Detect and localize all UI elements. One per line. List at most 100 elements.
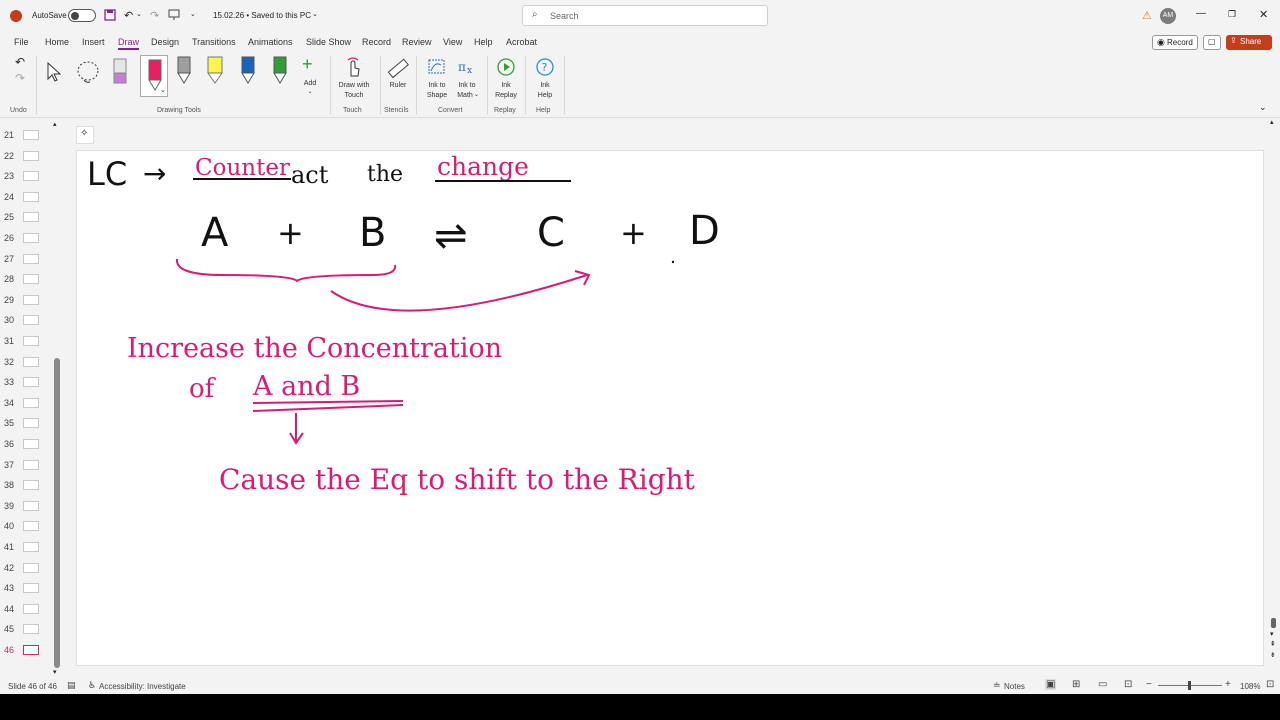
previous-slide-icon[interactable]: ⇞: [1270, 640, 1276, 648]
vertical-scrollbar[interactable]: ▴ ▾ ⇞ ⇟: [1270, 118, 1278, 674]
ink-help-label-2[interactable]: Help: [531, 91, 559, 100]
slide-thumbnail-preview[interactable]: [23, 500, 39, 511]
ink-replay-label-2[interactable]: Replay: [492, 91, 520, 100]
slide-thumbnail[interactable]: 32: [0, 353, 62, 373]
slide-thumbnail-preview[interactable]: [23, 150, 39, 161]
chevron-down-icon[interactable]: ⌄: [136, 10, 142, 18]
scroll-up-icon[interactable]: ▴: [53, 120, 57, 128]
ink-to-shape-label-2[interactable]: Shape: [422, 91, 452, 100]
slide-sorter-icon[interactable]: ⊞: [1072, 679, 1080, 690]
slide-thumbnail[interactable]: 22: [0, 147, 62, 167]
slide-thumbnail-preview[interactable]: [23, 624, 39, 635]
share-button[interactable]: ⇪ Share: [1226, 35, 1272, 50]
ink-to-shape-label[interactable]: Ink to: [422, 81, 452, 90]
select-tool-icon[interactable]: [45, 61, 63, 83]
slide-thumbnail-preview[interactable]: [23, 274, 39, 285]
slideshow-icon[interactable]: ⊡: [1124, 679, 1132, 690]
scroll-down-icon[interactable]: ▾: [1270, 630, 1274, 638]
chevron-down-icon[interactable]: ⌄: [474, 91, 479, 98]
slide-thumbnail-preview[interactable]: [23, 418, 39, 429]
slide-thumbnail[interactable]: 45: [0, 620, 62, 640]
ink-to-math-icon[interactable]: πx: [456, 56, 478, 78]
tab-draw[interactable]: Draw: [118, 37, 140, 50]
slide-thumbnail[interactable]: 36: [0, 435, 62, 455]
pen-green-icon[interactable]: [271, 55, 289, 87]
notes-icon[interactable]: ≐: [993, 680, 1001, 691]
slide-thumbnail-preview[interactable]: [23, 130, 39, 140]
document-status[interactable]: 15.02.26 • Saved to this PC: [213, 11, 311, 20]
slide-thumbnail[interactable]: 29: [0, 291, 62, 311]
lasso-select-icon[interactable]: [75, 59, 101, 85]
eraser-icon[interactable]: [111, 57, 129, 87]
chevron-down-icon[interactable]: ⌄: [160, 86, 166, 94]
slide-thumbnail[interactable]: 31: [0, 332, 62, 352]
chevron-down-icon[interactable]: ⌄: [300, 88, 320, 97]
close-icon[interactable]: ✕: [1259, 8, 1268, 21]
tab-design[interactable]: Design: [151, 37, 179, 47]
add-pen-icon[interactable]: +: [302, 54, 313, 75]
normal-view-icon[interactable]: ▣: [1045, 679, 1057, 690]
slide-thumbnail-preview[interactable]: [23, 542, 39, 552]
slide-thumbnail-preview[interactable]: [23, 645, 39, 655]
warning-icon[interactable]: ⚠: [1142, 9, 1152, 22]
slide-thumbnail[interactable]: 41: [0, 538, 62, 558]
tab-acrobat[interactable]: Acrobat: [506, 37, 537, 47]
slide-thumbnail-preview[interactable]: [23, 253, 39, 264]
slide-thumbnail-preview[interactable]: [23, 191, 39, 202]
ruler-icon[interactable]: [386, 56, 410, 80]
zoom-in-icon[interactable]: +: [1225, 679, 1231, 690]
zoom-slider-thumb[interactable]: [1188, 681, 1191, 690]
scroll-up-icon[interactable]: ▴: [1270, 118, 1274, 126]
spell-check-icon[interactable]: ▤: [67, 680, 76, 691]
undo-icon[interactable]: ↶: [15, 55, 25, 69]
slide-thumbnail[interactable]: 38: [0, 476, 62, 496]
slide-thumbnail-preview[interactable]: [23, 562, 39, 573]
thumbnail-scrollbar[interactable]: ▴ ▾: [53, 120, 60, 676]
slide-thumbnail-preview[interactable]: [23, 377, 39, 388]
tab-slide-show[interactable]: Slide Show: [306, 37, 351, 47]
slide-thumbnail-preview[interactable]: [23, 294, 39, 305]
next-slide-icon[interactable]: ⇟: [1270, 651, 1276, 659]
ink-help-icon[interactable]: ?: [535, 57, 555, 77]
scroll-down-icon[interactable]: ▾: [53, 668, 57, 676]
redo-icon[interactable]: ↷: [150, 9, 159, 22]
slide-thumbnail[interactable]: 37: [0, 456, 62, 476]
redo-icon[interactable]: ↷: [15, 71, 25, 85]
zoom-level[interactable]: 108%: [1240, 682, 1260, 691]
slide-thumbnail[interactable]: 40: [0, 517, 62, 537]
present-icon[interactable]: [168, 9, 180, 21]
slide-thumbnail-preview[interactable]: [23, 212, 39, 223]
slide-thumbnail[interactable]: 33: [0, 373, 62, 393]
zoom-out-icon[interactable]: −: [1146, 679, 1152, 690]
slide-thumbnail[interactable]: 26: [0, 229, 62, 249]
record-button[interactable]: ◉ Record: [1152, 35, 1198, 50]
highlighter-yellow-icon[interactable]: [205, 55, 225, 87]
pen-gray-icon[interactable]: [175, 55, 193, 87]
slide-thumbnail-preview[interactable]: [23, 336, 39, 346]
search-input[interactable]: Search: [550, 11, 579, 21]
slide-thumbnail[interactable]: 35: [0, 414, 62, 434]
ink-replay-label[interactable]: Ink: [492, 81, 520, 90]
slide-thumbnail[interactable]: 42: [0, 559, 62, 579]
add-pen-label[interactable]: Add: [300, 79, 320, 88]
slide-thumbnail-preview[interactable]: [23, 521, 39, 532]
restore-icon[interactable]: ❐: [1228, 9, 1236, 20]
slide-thumbnail[interactable]: 23: [0, 167, 62, 187]
slide-thumbnail[interactable]: 25: [0, 208, 62, 228]
slide-thumbnail[interactable]: 27: [0, 250, 62, 270]
ink-to-math-label[interactable]: Ink to: [452, 81, 482, 90]
comments-button[interactable]: ▢: [1203, 35, 1221, 50]
slide-thumbnail[interactable]: 44: [0, 600, 62, 620]
tab-review[interactable]: Review: [402, 37, 432, 47]
slide-thumbnail-preview[interactable]: [23, 171, 39, 182]
draw-with-touch-icon[interactable]: [343, 56, 363, 78]
slide-thumbnail-preview[interactable]: [23, 233, 39, 243]
ink-replay-icon[interactable]: [496, 57, 516, 77]
chevron-down-icon[interactable]: ⌄: [312, 10, 318, 18]
undo-icon[interactable]: ↶: [124, 9, 133, 22]
scroll-thumb[interactable]: [54, 358, 60, 668]
ink-help-label[interactable]: Ink: [531, 81, 559, 90]
slide-thumbnail[interactable]: 24: [0, 188, 62, 208]
tab-animations[interactable]: Animations: [248, 37, 293, 47]
slide-thumbnail-preview[interactable]: [23, 356, 39, 367]
